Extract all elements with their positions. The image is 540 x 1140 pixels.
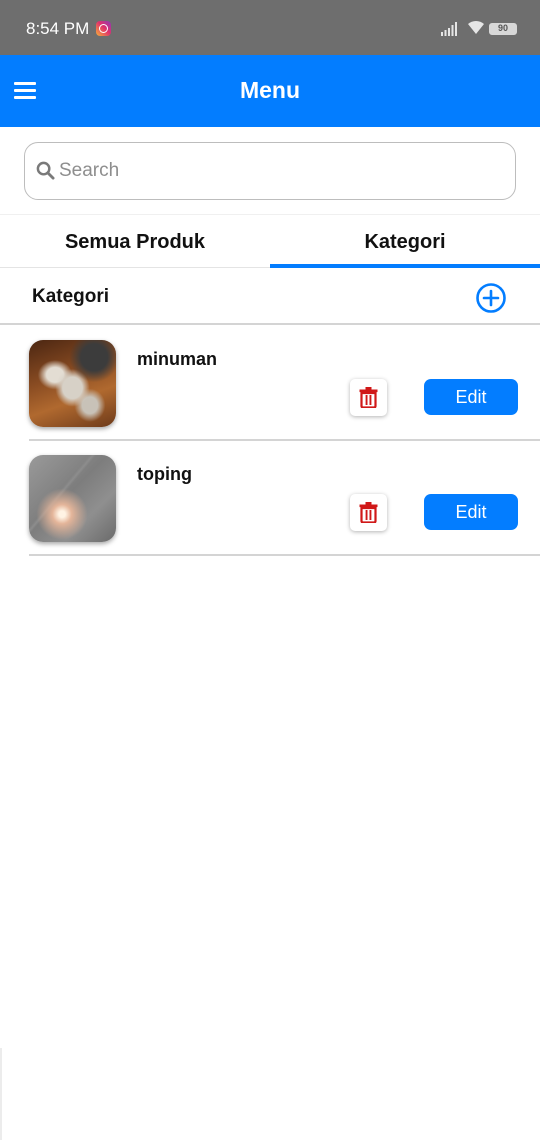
section-title: Kategori bbox=[32, 286, 110, 307]
wifi-icon bbox=[468, 20, 484, 34]
status-bar: 8:54 PM 90 bbox=[0, 0, 540, 55]
edit-button[interactable]: Edit bbox=[424, 379, 518, 415]
list-item: toping Edit bbox=[29, 441, 540, 556]
tab-kategori[interactable]: Kategori bbox=[270, 215, 540, 268]
edit-button[interactable]: Edit bbox=[424, 494, 518, 530]
status-time: 8:54 PM bbox=[26, 19, 90, 38]
category-thumbnail bbox=[29, 455, 116, 542]
trash-icon bbox=[359, 502, 378, 523]
page-title: Menu bbox=[239, 77, 301, 103]
search-icon bbox=[36, 161, 55, 180]
instagram-icon bbox=[96, 21, 111, 36]
trash-icon bbox=[359, 387, 378, 408]
list-item: minuman Edit bbox=[29, 326, 540, 441]
category-name: toping bbox=[137, 464, 192, 484]
signal-icon bbox=[441, 22, 457, 36]
tab-bar: Semua Produk Kategori bbox=[0, 214, 540, 268]
add-circle-icon[interactable] bbox=[475, 282, 507, 314]
active-tab-indicator bbox=[270, 264, 540, 268]
section-header: Kategori bbox=[0, 269, 540, 325]
category-thumbnail bbox=[29, 340, 116, 427]
battery-level: 90 bbox=[497, 23, 508, 33]
edge-gesture-area bbox=[0, 1048, 2, 1140]
tab-semua-produk[interactable]: Semua Produk bbox=[0, 215, 270, 268]
category-name: minuman bbox=[137, 349, 218, 369]
search-input[interactable] bbox=[59, 143, 499, 198]
search-box[interactable] bbox=[24, 142, 516, 200]
delete-button[interactable] bbox=[350, 379, 387, 416]
app-bar: Menu bbox=[0, 55, 540, 127]
delete-button[interactable] bbox=[350, 494, 387, 531]
battery-icon: 90 bbox=[489, 23, 517, 35]
